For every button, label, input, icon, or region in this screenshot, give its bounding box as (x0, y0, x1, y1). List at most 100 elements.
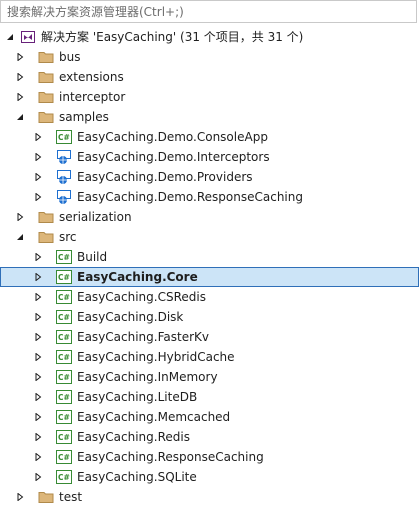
chevron-right-icon[interactable] (32, 307, 44, 327)
project-node[interactable]: C# EasyCaching.Redis (0, 427, 419, 447)
project-node[interactable]: C# EasyCaching.ResponseCaching (0, 447, 419, 467)
node-label: EasyCaching.Demo.Providers (77, 170, 253, 184)
folder-node[interactable]: interceptor (0, 87, 419, 107)
folder-icon (38, 109, 54, 125)
svg-text:C#: C# (58, 473, 70, 482)
svg-text:C#: C# (58, 393, 70, 402)
folder-node[interactable]: extensions (0, 67, 419, 87)
chevron-right-icon[interactable] (32, 407, 44, 427)
node-label: EasyCaching.Demo.ConsoleApp (77, 130, 268, 144)
project-node[interactable]: C# EasyCaching.SQLite (0, 467, 419, 487)
chevron-right-icon[interactable] (32, 147, 44, 167)
project-node[interactable]: C# EasyCaching.Core (0, 267, 419, 287)
node-label: bus (59, 50, 81, 64)
csharp-project-icon: C# (56, 349, 72, 365)
svg-text:C#: C# (58, 333, 70, 342)
csharp-project-icon: C# (56, 429, 72, 445)
chevron-right-icon[interactable] (32, 367, 44, 387)
node-label: extensions (59, 70, 124, 84)
project-node[interactable]: C# EasyCaching.CSRedis (0, 287, 419, 307)
node-label: samples (59, 110, 109, 124)
project-node[interactable]: C# EasyCaching.Demo.ConsoleApp (0, 127, 419, 147)
project-node[interactable]: C# EasyCaching.Memcached (0, 407, 419, 427)
chevron-right-icon[interactable] (14, 207, 26, 227)
csharp-project-icon: C# (56, 329, 72, 345)
project-node[interactable]: C# EasyCaching.FasterKv (0, 327, 419, 347)
project-node[interactable]: C# EasyCaching.HybridCache (0, 347, 419, 367)
svg-text:C#: C# (58, 433, 70, 442)
csharp-project-icon: C# (56, 309, 72, 325)
svg-text:C#: C# (58, 273, 70, 282)
chevron-right-icon[interactable] (14, 487, 26, 507)
node-label: src (59, 230, 77, 244)
chevron-right-icon[interactable] (14, 47, 26, 67)
chevron-right-icon[interactable] (32, 167, 44, 187)
chevron-right-icon[interactable] (32, 127, 44, 147)
web-project-icon (56, 189, 72, 205)
search-placeholder: 搜索解决方案资源管理器(Ctrl+;) (7, 5, 184, 19)
folder-node[interactable]: bus (0, 47, 419, 67)
svg-text:C#: C# (58, 253, 70, 262)
folder-node[interactable]: serialization (0, 207, 419, 227)
chevron-right-icon[interactable] (14, 67, 26, 87)
svg-text:C#: C# (58, 373, 70, 382)
node-label: EasyCaching.Memcached (77, 410, 231, 424)
folder-icon (38, 209, 54, 225)
svg-text:C#: C# (58, 313, 70, 322)
svg-text:C#: C# (58, 293, 70, 302)
node-label: EasyCaching.ResponseCaching (77, 450, 264, 464)
csharp-project-icon: C# (56, 249, 72, 265)
folder-icon (38, 49, 54, 65)
chevron-right-icon[interactable] (32, 387, 44, 407)
project-node[interactable]: EasyCaching.Demo.Interceptors (0, 147, 419, 167)
csharp-project-icon: C# (56, 289, 72, 305)
node-label: EasyCaching.Redis (77, 430, 190, 444)
node-label: test (59, 490, 83, 504)
node-label: Build (77, 250, 108, 264)
chevron-right-icon[interactable] (32, 347, 44, 367)
node-label: interceptor (59, 90, 126, 104)
folder-node[interactable]: src (0, 227, 419, 247)
csharp-project-icon: C# (56, 449, 72, 465)
chevron-down-icon[interactable] (14, 227, 26, 247)
chevron-right-icon[interactable] (32, 287, 44, 307)
search-input[interactable]: 搜索解决方案资源管理器(Ctrl+;) (0, 0, 417, 23)
chevron-right-icon[interactable] (32, 427, 44, 447)
node-label: EasyCaching.CSRedis (77, 290, 206, 304)
project-node[interactable]: C# Build (0, 247, 419, 267)
csharp-project-icon: C# (56, 369, 72, 385)
svg-text:C#: C# (58, 353, 70, 362)
project-node[interactable]: EasyCaching.Demo.Providers (0, 167, 419, 187)
project-node[interactable]: C# EasyCaching.Disk (0, 307, 419, 327)
chevron-right-icon[interactable] (32, 327, 44, 347)
chevron-right-icon[interactable] (32, 447, 44, 467)
node-label: EasyCaching.LiteDB (77, 390, 198, 404)
node-label: EasyCaching.FasterKv (77, 330, 209, 344)
project-node[interactable]: C# EasyCaching.LiteDB (0, 387, 419, 407)
chevron-right-icon[interactable] (14, 87, 26, 107)
project-node[interactable]: C# EasyCaching.InMemory (0, 367, 419, 387)
chevron-right-icon[interactable] (32, 187, 44, 207)
chevron-down-icon[interactable] (14, 107, 26, 127)
folder-icon (38, 89, 54, 105)
folder-icon (38, 69, 54, 85)
chevron-right-icon[interactable] (32, 267, 44, 287)
solution-node[interactable]: 解决方案 'EasyCaching' (31 个项目，共 31 个) (0, 27, 419, 47)
folder-node[interactable]: samples (0, 107, 419, 127)
node-label: EasyCaching.Core (77, 270, 198, 284)
project-node[interactable]: EasyCaching.Demo.ResponseCaching (0, 187, 419, 207)
chevron-right-icon[interactable] (32, 247, 44, 267)
svg-text:C#: C# (58, 413, 70, 422)
node-label: serialization (59, 210, 132, 224)
csharp-project-icon: C# (56, 409, 72, 425)
chevron-down-icon[interactable] (4, 27, 16, 47)
chevron-right-icon[interactable] (32, 467, 44, 487)
solution-tree: 解决方案 'EasyCaching' (31 个项目，共 31 个) bus ex… (0, 27, 419, 507)
folder-icon (38, 489, 54, 505)
web-project-icon (56, 149, 72, 165)
node-label: EasyCaching.SQLite (77, 470, 197, 484)
csharp-project-icon: C# (56, 389, 72, 405)
folder-node[interactable]: test (0, 487, 419, 507)
web-project-icon (56, 169, 72, 185)
csharp-project-icon: C# (56, 469, 72, 485)
